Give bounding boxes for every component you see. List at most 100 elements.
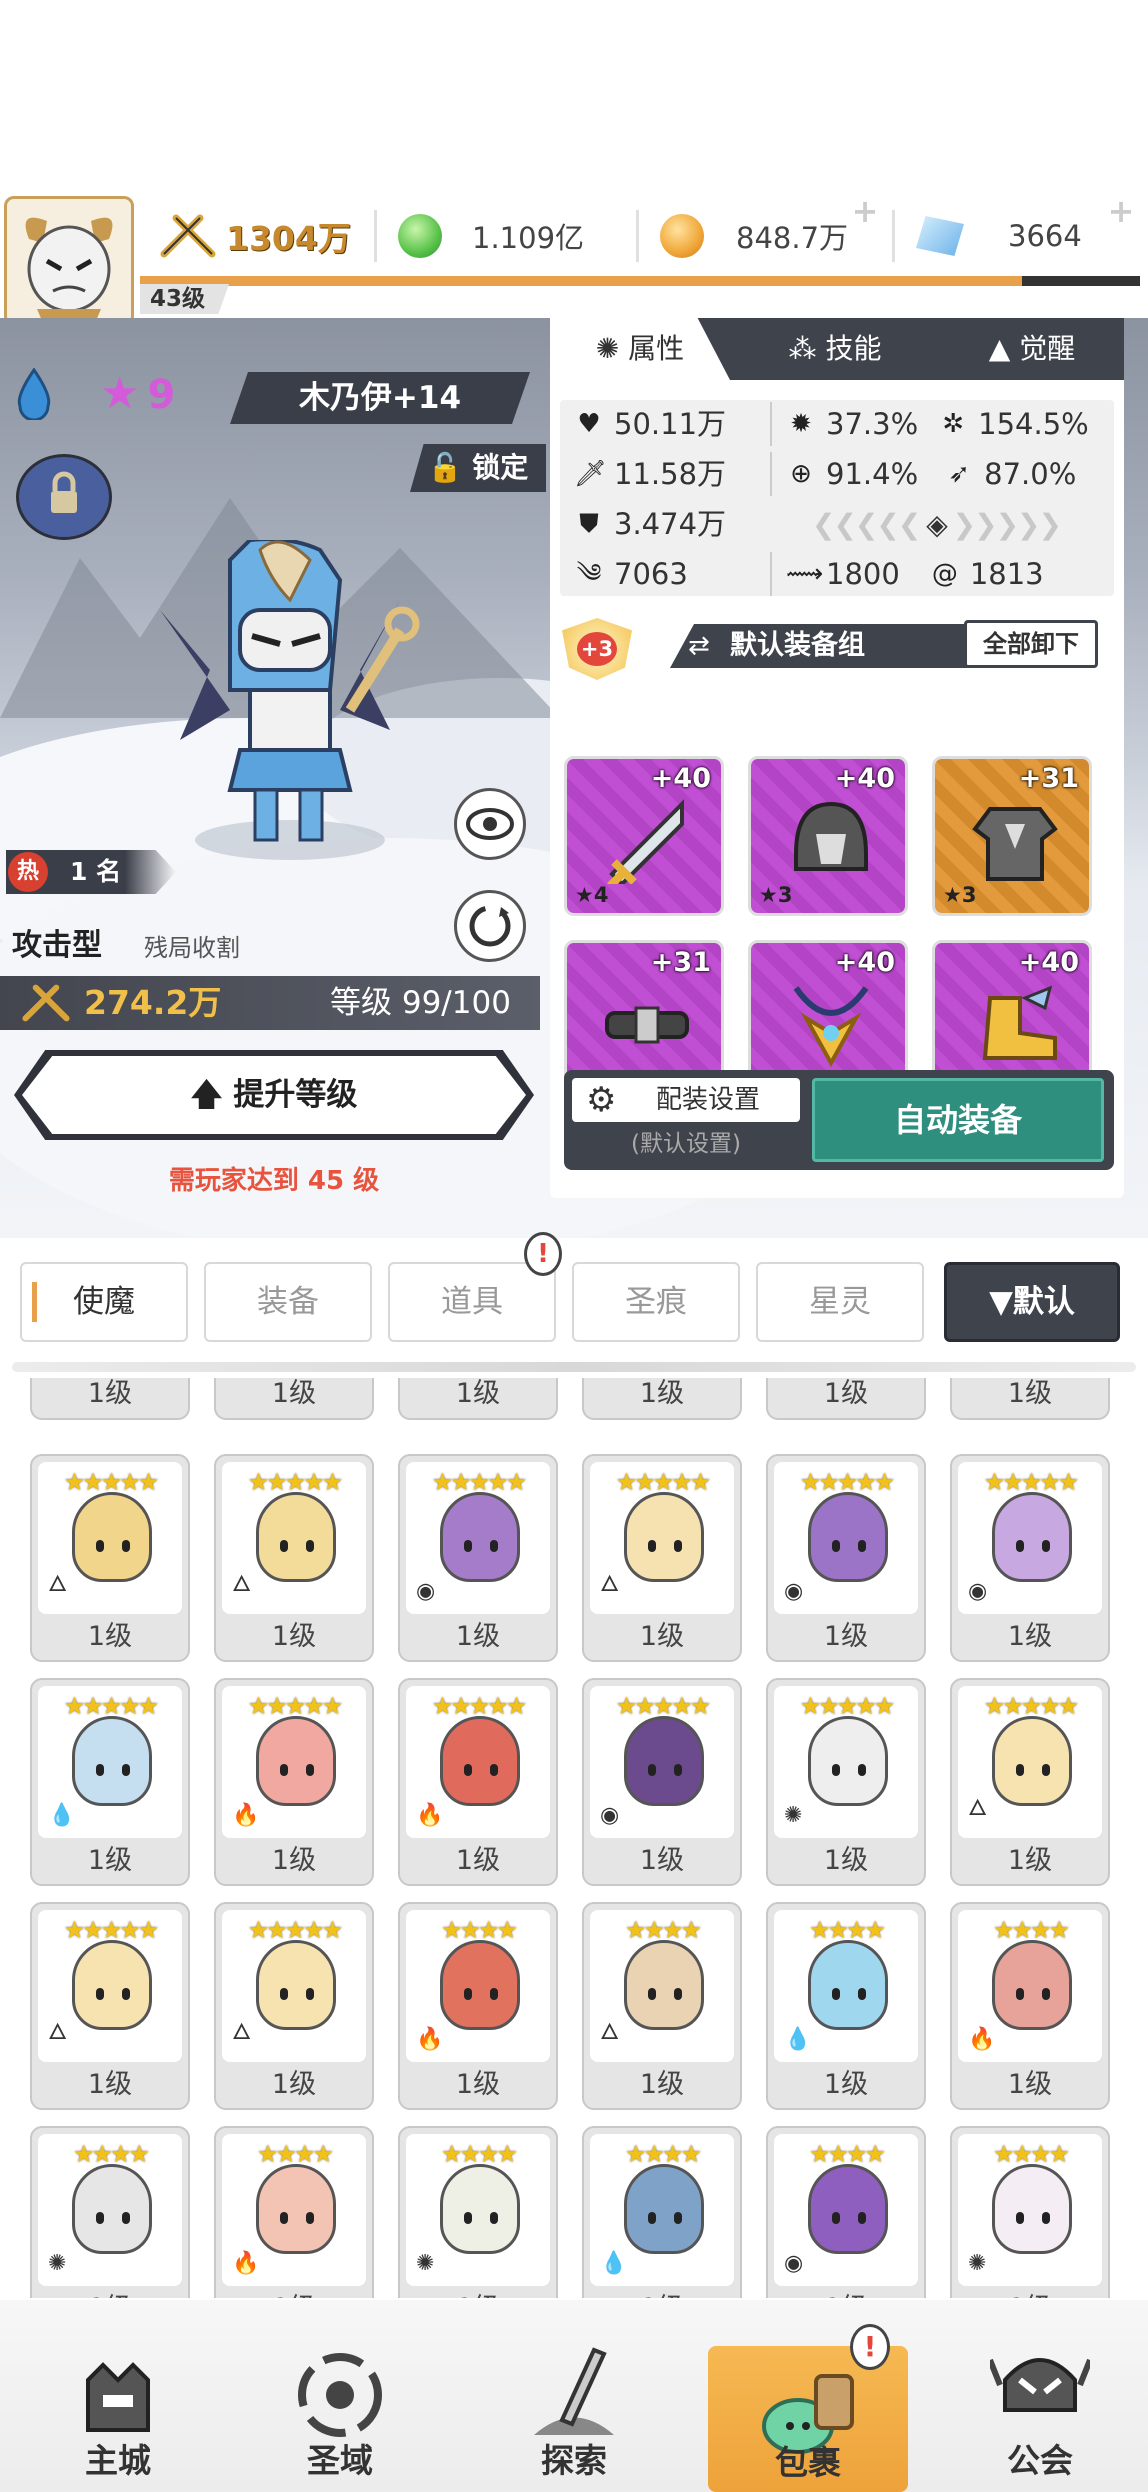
nav-label: 主城: [85, 2441, 151, 2480]
lock-button[interactable]: 🔓 锁定: [410, 444, 546, 492]
add-crystal-button[interactable]: +: [1104, 195, 1138, 230]
boots-icon: [982, 985, 1057, 1060]
familiar-card[interactable]: ★★★★★ ◉ 1级: [766, 1454, 926, 1662]
gear-slot-armor[interactable]: +31 ★3: [932, 756, 1092, 916]
view-model-button[interactable]: [454, 788, 526, 860]
dash-icon: ⟿: [786, 559, 824, 589]
familiar-card[interactable]: ★★★★ 🔥 1级: [950, 1902, 1110, 2110]
familiar-card[interactable]: ★★★★★ ◉ 1级: [950, 1454, 1110, 1662]
up-arrow-icon: 🡅: [190, 1077, 223, 1113]
partial-card-level[interactable]: 1级: [214, 1378, 374, 1420]
scroll-track[interactable]: [12, 1362, 1136, 1372]
familiar-level: 1级: [584, 2288, 740, 2298]
add-gold-button[interactable]: +: [848, 195, 882, 230]
familiar-level: 1级: [639, 2069, 685, 2100]
familiar-card[interactable]: ★★★★★ 🔥 1级: [398, 1678, 558, 1886]
stat-row2-right: ⊕ 91.4% ➶ 87.0%: [770, 452, 1100, 496]
partial-card-level[interactable]: 1级: [30, 1378, 190, 1420]
familiar-card[interactable]: ★★★★ ✺ 1级: [30, 2126, 190, 2298]
familiar-card[interactable]: ★★★★★ 💧 1级: [30, 1678, 190, 1886]
nav-vortex[interactable]: 圣域: [240, 2330, 440, 2490]
rarity-stars: ★★★★★: [615, 1468, 712, 1496]
element-icon: 💧: [600, 2251, 628, 2276]
element-icon: 🜂: [600, 1572, 620, 1597]
upgrade-label: 提升等级: [233, 1077, 358, 1113]
familiar-card[interactable]: ★★★★ ✺ 1级: [950, 2126, 1110, 2298]
gold-coin-value: 848.7万: [736, 221, 849, 255]
auto-equip-button[interactable]: 自动装备: [812, 1078, 1104, 1162]
familiar-card[interactable]: ★★★★★ 🜂 1级: [950, 1678, 1110, 1886]
familiar-card[interactable]: ★★★★ ✺ 1级: [398, 2126, 558, 2298]
padlock-icon: 🔓: [427, 451, 463, 484]
familiar-level: 1级: [455, 1621, 501, 1652]
element-icon: 🜂: [968, 1796, 988, 1821]
filter-tab-0[interactable]: 使魔: [20, 1262, 188, 1342]
stat-dodge: 87.0%: [984, 457, 1077, 491]
partial-card-level[interactable]: 1级: [582, 1378, 742, 1420]
config-settings-button[interactable]: ⚙ 配装设置: [572, 1078, 800, 1122]
rarity-stars: ★★★★: [992, 2140, 1070, 2168]
familiar-card[interactable]: ★★★★★ ✺ 1级: [766, 1678, 926, 1886]
castle-icon: [86, 2362, 150, 2432]
green-gem-resource: 1.109亿: [398, 208, 584, 264]
familiar-card[interactable]: ★★★★ 🜂 1级: [582, 1902, 742, 2110]
gear-slot-helmet[interactable]: +40 ★3: [748, 756, 908, 916]
tab-skills[interactable]: ⁂ 技能: [740, 318, 930, 380]
familiar-card[interactable]: ★★★★★ 🜂 1级: [582, 1454, 742, 1662]
nav-sword-stone[interactable]: 探索: [474, 2330, 674, 2490]
tab-awaken[interactable]: ▲ 觉醒: [940, 318, 1124, 380]
familiar-card[interactable]: ★★★★★ ◉ 1级: [398, 1454, 558, 1662]
familiar-level: 1级: [271, 1621, 317, 1652]
stat-hit: 91.4%: [826, 457, 919, 491]
rotate-view-button[interactable]: [454, 890, 526, 962]
familiar-portrait: ★★★★ 🔥: [222, 2134, 366, 2286]
element-icon: 🜂: [48, 2020, 68, 2045]
familiar-card[interactable]: ★★★★★ ◉ 1级: [582, 1678, 742, 1886]
familiar-card[interactable]: ★★★★ 🔥 1级: [214, 2126, 374, 2298]
element-icon: ✺: [48, 2251, 67, 2276]
filter-tab-4[interactable]: 星灵: [756, 1262, 924, 1342]
gear-slot-sword[interactable]: +40 ★4: [564, 756, 724, 916]
nav-bag[interactable]: 包裹!: [708, 2324, 908, 2492]
filter-tab-3[interactable]: 圣痕: [572, 1262, 740, 1342]
stat-crit-dmg: 154.5%: [978, 407, 1089, 441]
familiar-card[interactable]: ★★★★★ 🜂 1级: [214, 1902, 374, 2110]
partial-card-level[interactable]: 1级: [398, 1378, 558, 1420]
sort-dropdown[interactable]: ▼默认: [944, 1262, 1120, 1342]
gear-stars: ★3: [943, 883, 977, 907]
sun-icon: ✲: [942, 409, 965, 439]
familiar-card[interactable]: ★★★★ 💧 1级: [766, 1902, 926, 2110]
element-icon: ✺: [968, 2251, 987, 2276]
familiar-card[interactable]: ★★★★ 💧 1级: [582, 2126, 742, 2298]
sword-stone-icon: [534, 2347, 614, 2435]
rarity-stars: ★★★★★: [247, 1692, 344, 1720]
partial-card-level[interactable]: 1级: [766, 1378, 926, 1420]
config-sub-label: (默认设置): [631, 1131, 741, 1157]
familiar-card[interactable]: ★★★★★ 🔥 1级: [214, 1678, 374, 1886]
rarity-stars: ★★★★★: [431, 1692, 528, 1720]
element-icon: 🔥: [416, 2027, 444, 2052]
wind-icon: ༄: [576, 559, 602, 589]
tab-attributes[interactable]: ✺ 属性: [550, 318, 730, 380]
familiar-card[interactable]: ★★★★★ 🜂 1级: [30, 1454, 190, 1662]
burst-icon: ✹: [790, 409, 812, 439]
filter-tab-1[interactable]: 装备: [204, 1262, 372, 1342]
filter-tab-2[interactable]: 道具: [388, 1262, 556, 1342]
familiar-card[interactable]: ★★★★★ 🜂 1级: [214, 1454, 374, 1662]
helmet-icon: [794, 801, 868, 871]
nav-castle[interactable]: 主城: [18, 2330, 218, 2490]
familiar-card[interactable]: ★★★★ 🔥 1级: [398, 1902, 558, 2110]
hero-role: 残局收割: [144, 934, 240, 962]
rarity-stars: ★★★★: [992, 1916, 1070, 1944]
gold-coin-icon: [660, 214, 704, 258]
familiar-portrait: ★★★★ 🔥: [406, 1910, 550, 2062]
guild-helmet-icon: [990, 2358, 1090, 2412]
nav-guild-helmet[interactable]: 公会: [940, 2330, 1140, 2490]
familiar-card[interactable]: ★★★★★ 🜂 1级: [30, 1902, 190, 2110]
locked-ability-button[interactable]: [16, 454, 112, 540]
partial-card-level[interactable]: 1级: [950, 1378, 1110, 1420]
familiar-portrait: ★★★★ 💧: [590, 2134, 734, 2286]
unequip-all-button[interactable]: 全部卸下: [964, 620, 1098, 668]
familiar-card[interactable]: ★★★★ ◉ 1级: [766, 2126, 926, 2298]
upgrade-level-button[interactable]: 🡅 提升等级: [14, 1050, 534, 1140]
